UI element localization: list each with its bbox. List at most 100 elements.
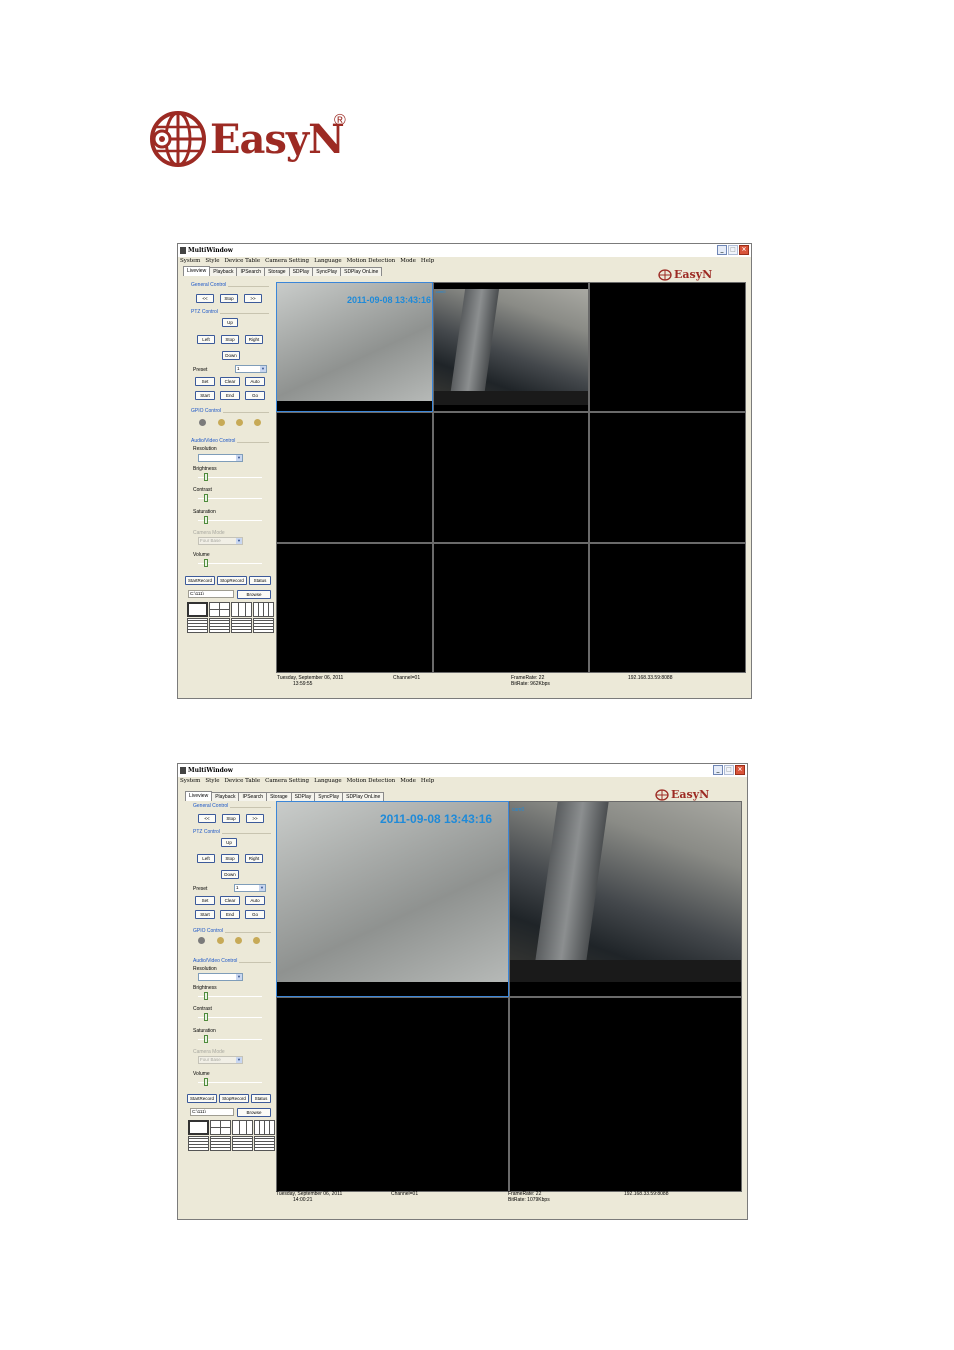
gpio-led-1[interactable] [199, 419, 206, 426]
menu-motion-detection[interactable]: Motion Detection [347, 257, 396, 266]
layout-1x1[interactable] [187, 602, 208, 617]
previous-button[interactable]: << [196, 294, 214, 303]
ptz-up-button[interactable]: Up [221, 838, 237, 847]
brightness-slider[interactable] [198, 992, 262, 1000]
ptz-left-button[interactable]: Left [197, 854, 215, 863]
close-button[interactable]: × [739, 245, 749, 255]
tab-sdplay[interactable]: SDPlay [288, 267, 314, 276]
tab-ipsearch[interactable]: IPSearch [236, 267, 266, 276]
layout-4x4[interactable] [254, 1120, 275, 1135]
next-button[interactable]: >> [246, 814, 264, 823]
stop-button[interactable]: Stop [222, 814, 240, 823]
contrast-slider[interactable] [198, 494, 262, 502]
video-cell-6[interactable] [589, 412, 746, 543]
gpio-led-2[interactable] [217, 937, 224, 944]
ptz-up-button[interactable]: Up [222, 318, 238, 327]
record-path-field[interactable]: C:\111\ [190, 1108, 234, 1116]
preset-set-button[interactable]: Set [195, 377, 215, 386]
preset-select[interactable]: 1 ▼ [234, 884, 266, 892]
video-cell-4[interactable] [276, 412, 433, 543]
video-cell-1[interactable]: 2011-09-08 13:43:16 [276, 801, 509, 997]
layout-6x6[interactable] [209, 618, 230, 633]
tab-syncplay[interactable]: SyncPlay [314, 792, 344, 801]
video-cell-3[interactable] [276, 996, 509, 1192]
tab-syncplay[interactable]: SyncPlay [312, 267, 342, 276]
ptz-right-button[interactable]: Right [245, 335, 263, 344]
video-cell-9[interactable] [589, 542, 746, 673]
saturation-slider[interactable] [198, 1035, 262, 1043]
status-button[interactable]: Status [249, 576, 271, 585]
resolution-select[interactable]: ▼ [198, 973, 243, 981]
preset-auto-button[interactable]: Auto [245, 377, 265, 386]
video-cell-4[interactable] [509, 996, 742, 1192]
gpio-led-3[interactable] [235, 937, 242, 944]
gpio-led-2[interactable] [218, 419, 225, 426]
menu-style[interactable]: Style [205, 777, 219, 786]
video-cell-7[interactable] [276, 542, 433, 673]
layout-2x2[interactable] [210, 1120, 231, 1135]
layout-3x3[interactable] [231, 602, 252, 617]
ptz-stop-button[interactable]: Stop [221, 335, 239, 344]
preset-clear-button[interactable]: Clear [220, 377, 240, 386]
menu-camera-setting[interactable]: Camera Setting [265, 257, 309, 266]
layout-5x5[interactable] [187, 618, 208, 633]
ptz-down-button[interactable]: Down [222, 351, 240, 360]
gpio-led-4[interactable] [254, 419, 261, 426]
video-cell-2[interactable]: cam0 [432, 282, 590, 413]
menu-device-table[interactable]: Device Table [225, 777, 261, 786]
video-cell-3[interactable] [589, 282, 746, 413]
layout-4x4[interactable] [253, 602, 274, 617]
layout-3x3[interactable] [232, 1120, 253, 1135]
preset-go-button[interactable]: Go [245, 910, 265, 919]
video-cell-5[interactable] [432, 412, 590, 543]
preset-clear-button[interactable]: Clear [220, 896, 240, 905]
volume-slider[interactable] [198, 559, 262, 567]
layout-8x8[interactable] [253, 618, 274, 633]
minimize-button[interactable]: _ [713, 765, 723, 775]
gpio-led-3[interactable] [236, 419, 243, 426]
menu-help[interactable]: Help [421, 777, 434, 786]
volume-slider[interactable] [198, 1078, 262, 1086]
video-cell-1[interactable]: 2011-09-08 13:43:16 [276, 282, 433, 413]
stop-record-button[interactable]: StopRecord [219, 1094, 249, 1103]
menu-motion-detection[interactable]: Motion Detection [347, 777, 396, 786]
tab-storage[interactable]: Storage [266, 792, 292, 801]
minimize-button[interactable]: _ [717, 245, 727, 255]
start-record-button[interactable]: StartRecord [187, 1094, 217, 1103]
menu-mode[interactable]: Mode [400, 257, 416, 266]
video-cell-8[interactable] [432, 542, 590, 673]
layout-7x7[interactable] [231, 618, 252, 633]
tab-liveview[interactable]: Liveview [183, 266, 211, 276]
menu-system[interactable]: System [180, 777, 200, 786]
close-button[interactable]: × [735, 765, 745, 775]
tab-playback[interactable]: Playback [211, 792, 240, 801]
tab-sdplay[interactable]: SDPlay [290, 792, 316, 801]
menu-camera-setting[interactable]: Camera Setting [265, 777, 309, 786]
tab-ipsearch[interactable]: IPSearch [238, 792, 268, 801]
tab-sdplay-online[interactable]: SDPlay OnLine [342, 792, 385, 801]
menu-language[interactable]: Language [314, 257, 342, 266]
contrast-slider[interactable] [198, 1013, 262, 1021]
status-button[interactable]: Status [251, 1094, 271, 1103]
gpio-led-4[interactable] [253, 937, 260, 944]
menu-device-table[interactable]: Device Table [225, 257, 261, 266]
maximize-button[interactable]: □ [724, 765, 734, 775]
menu-help[interactable]: Help [421, 257, 434, 266]
browse-button[interactable]: Browse [237, 1108, 271, 1117]
layout-5x5[interactable] [188, 1136, 209, 1151]
menu-system[interactable]: System [180, 257, 200, 266]
maximize-button[interactable]: □ [728, 245, 738, 255]
brightness-slider[interactable] [198, 473, 262, 481]
preset-auto-button[interactable]: Auto [245, 896, 265, 905]
preset-go-button[interactable]: Go [245, 391, 265, 400]
video-cell-2[interactable]: cam0 [509, 801, 742, 997]
layout-2x2[interactable] [209, 602, 230, 617]
next-button[interactable]: >> [244, 294, 262, 303]
stop-record-button[interactable]: StopRecord [217, 576, 247, 585]
menu-style[interactable]: Style [205, 257, 219, 266]
menu-language[interactable]: Language [314, 777, 342, 786]
stop-button[interactable]: Stop [220, 294, 238, 303]
ptz-left-button[interactable]: Left [197, 335, 215, 344]
tab-playback[interactable]: Playback [209, 267, 238, 276]
browse-button[interactable]: Browse [237, 590, 271, 599]
